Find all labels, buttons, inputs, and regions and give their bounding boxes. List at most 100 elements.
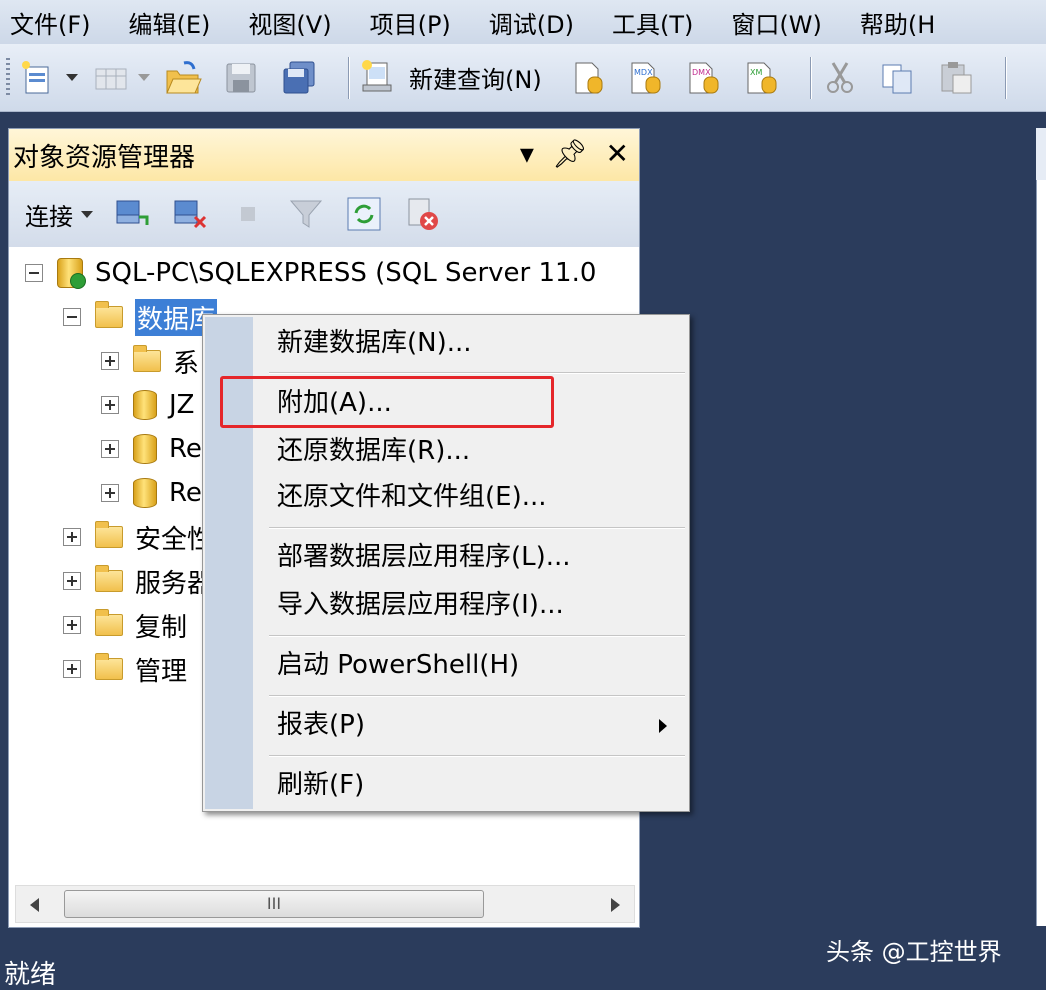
menu-separator — [269, 755, 685, 757]
database-icon — [133, 434, 157, 464]
object-explorer-toolbar: 连接 — [9, 181, 639, 247]
menu-item-start-powershell[interactable]: 启动 PowerShell(H) — [277, 645, 519, 685]
refresh-icon[interactable] — [345, 195, 383, 233]
xmla-query-icon[interactable]: XM — [742, 59, 780, 97]
toolbar-separator — [1004, 56, 1006, 99]
new-query-button[interactable]: 新建查询(N) — [359, 59, 542, 97]
add-item-icon[interactable] — [92, 59, 130, 97]
expand-icon[interactable] — [63, 616, 81, 634]
cut-icon[interactable] — [821, 59, 859, 97]
toolbar-grip[interactable] — [6, 57, 10, 98]
document-area-edge — [1036, 128, 1046, 926]
menu-item-reports[interactable]: 报表(P) — [277, 705, 365, 745]
toolbar-separator — [348, 56, 349, 99]
paste-icon[interactable] — [937, 59, 975, 97]
stop-icon[interactable] — [229, 195, 267, 233]
folder-icon — [95, 653, 123, 680]
menu-item-deploy-data-tier[interactable]: 部署数据层应用程序(L)... — [277, 537, 571, 577]
save-icon[interactable] — [222, 59, 260, 97]
tree-node-database[interactable]: Re — [101, 471, 202, 515]
tree-node-label: 复制 — [135, 612, 188, 643]
filter-icon[interactable] — [287, 195, 325, 233]
copy-icon[interactable] — [879, 59, 917, 97]
menu-separator — [269, 527, 685, 529]
disconnect-icon[interactable] — [171, 195, 209, 233]
menu-item-new-database[interactable]: 新建数据库(N)... — [277, 323, 472, 363]
menu-item-restore-database[interactable]: 还原数据库(R)... — [277, 431, 470, 471]
expand-icon[interactable] — [101, 352, 119, 370]
svg-text:MDX: MDX — [634, 68, 653, 77]
expand-icon[interactable] — [101, 440, 119, 458]
menu-item-import-data-tier[interactable]: 导入数据层应用程序(I)... — [277, 585, 564, 625]
new-query-label: 新建查询(N) — [409, 66, 542, 94]
menu-item-restore-files[interactable]: 还原文件和文件组(E)... — [277, 477, 547, 517]
tree-node-database[interactable]: Re — [101, 427, 202, 471]
tree-node-system-databases[interactable]: 系 — [101, 339, 199, 383]
menu-separator — [269, 372, 685, 374]
tree-node-databases[interactable]: 数据库 — [63, 295, 218, 339]
tree-node-label: Re — [169, 434, 202, 464]
folder-icon — [95, 521, 123, 548]
add-item-dropdown[interactable] — [138, 74, 150, 81]
tree-node-label: JZ — [169, 390, 195, 420]
open-file-icon[interactable] — [164, 59, 202, 97]
connect-label: 连接 — [25, 202, 73, 231]
tree-node-label: 管理 — [135, 656, 188, 687]
expand-icon[interactable] — [101, 396, 119, 414]
menu-help[interactable]: 帮助(H — [850, 5, 935, 40]
document-tab-edge[interactable] — [1036, 128, 1046, 180]
collapse-icon[interactable] — [63, 308, 81, 326]
save-all-icon[interactable] — [280, 59, 318, 97]
server-icon — [57, 258, 86, 289]
folder-icon — [95, 301, 123, 328]
connect-button[interactable]: 连接 — [25, 197, 93, 232]
tree-node-security[interactable]: 安全性 — [63, 515, 213, 559]
expand-icon[interactable] — [63, 572, 81, 590]
expand-icon[interactable] — [101, 484, 119, 502]
watermark: 头条 @工控世界 — [826, 938, 1002, 966]
folder-icon — [95, 565, 123, 592]
tree-node-database[interactable]: JZ — [101, 383, 194, 427]
tree-node-server-objects[interactable]: 服务器 — [63, 559, 213, 603]
menu-tools[interactable]: 工具(T) — [602, 5, 693, 40]
new-project-dropdown[interactable] — [66, 74, 78, 81]
tree-node-server[interactable]: SQL-PC\SQLEXPRESS (SQL Server 11.0 — [25, 251, 596, 295]
svg-text:DMX: DMX — [692, 68, 711, 77]
menu-file[interactable]: 文件(F) — [0, 5, 91, 40]
panel-menu-chevron-down-icon[interactable]: ▾ — [520, 139, 534, 169]
menu-view[interactable]: 视图(V) — [238, 5, 331, 40]
status-text: 就绪 — [4, 960, 57, 990]
mdx-query-icon[interactable]: MDX — [626, 59, 664, 97]
close-icon[interactable]: ✕ — [606, 139, 629, 169]
collapse-icon[interactable] — [25, 264, 43, 282]
tree-node-management[interactable]: 管理 — [63, 647, 187, 691]
dmx-query-icon[interactable]: DMX — [684, 59, 722, 97]
expand-icon[interactable] — [63, 660, 81, 678]
menu-debug[interactable]: 调试(D) — [479, 5, 574, 40]
menu-window[interactable]: 窗口(W) — [721, 5, 821, 40]
attach-highlight-annotation — [220, 376, 554, 428]
menu-edit[interactable]: 编辑(E) — [119, 5, 211, 40]
scrollbar-thumb[interactable]: III — [64, 890, 484, 918]
menu-item-refresh[interactable]: 刷新(F) — [277, 765, 364, 805]
scroll-right-arrow-icon[interactable] — [611, 898, 620, 912]
server-label: SQL-PC\SQLEXPRESS (SQL Server 11.0 — [95, 258, 597, 288]
menu-project[interactable]: 项目(P) — [360, 5, 451, 40]
object-explorer-title: 对象资源管理器 — [13, 142, 196, 173]
connect-chevron-down-icon — [81, 210, 93, 218]
horizontal-scrollbar[interactable]: III — [15, 885, 635, 923]
database-engine-query-icon[interactable] — [568, 59, 606, 97]
pin-icon[interactable]: 📌︎ — [552, 139, 588, 169]
tree-node-replication[interactable]: 复制 — [63, 603, 187, 647]
remove-script-icon[interactable] — [403, 195, 441, 233]
menu-separator — [269, 635, 685, 637]
menu-separator — [269, 695, 685, 697]
new-query-icon — [359, 59, 397, 97]
connect-object-explorer-icon[interactable] — [113, 195, 151, 233]
toolbar-separator — [809, 56, 811, 99]
new-project-icon[interactable] — [20, 59, 58, 97]
expand-icon[interactable] — [63, 528, 81, 546]
standard-toolbar: 新建查询(N) MDX DMX XM — [0, 44, 1046, 112]
scroll-left-arrow-icon[interactable] — [30, 898, 39, 912]
tree-node-label: Re — [169, 478, 202, 508]
